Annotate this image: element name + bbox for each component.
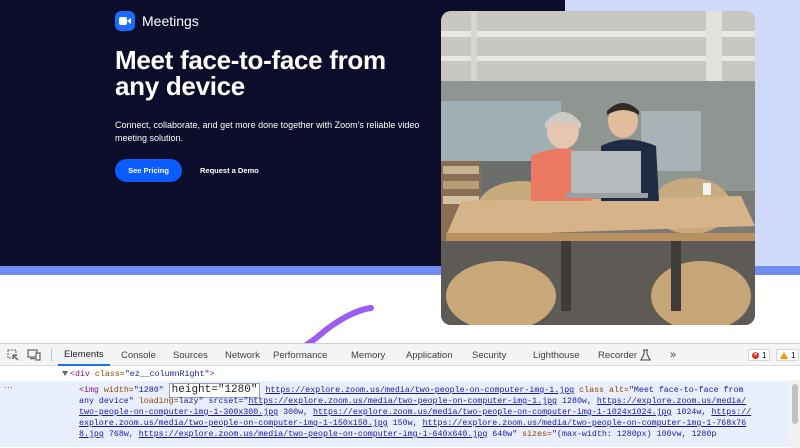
dom-node-img-line-5[interactable]: 8.jpg 768w, https://explore.zoom.us/medi… bbox=[79, 429, 716, 440]
hero-photo bbox=[441, 11, 755, 325]
request-demo-link[interactable]: Request a Demo bbox=[200, 159, 259, 182]
product-logo[interactable]: Meetings bbox=[115, 11, 199, 31]
warnings-count: 1 bbox=[791, 350, 796, 360]
expand-triangle-icon[interactable] bbox=[62, 371, 68, 376]
tab-recorder[interactable]: Recorder bbox=[598, 344, 637, 366]
devtools-tab-bar: Elements Console Sources Network Perform… bbox=[0, 344, 800, 366]
tab-performance[interactable]: Performance bbox=[273, 344, 327, 366]
dom-node-img-line-4[interactable]: explore.zoom.us/media/two-people-on-comp… bbox=[79, 418, 746, 429]
node-options-ellipsis-icon[interactable]: ⋯ bbox=[4, 383, 13, 394]
tab-security[interactable]: Security bbox=[472, 344, 506, 366]
dom-tree: <div class="ez__columnRight"> ⋯ <img wid… bbox=[0, 366, 800, 448]
device-toolbar-icon[interactable] bbox=[27, 348, 41, 362]
dom-node-img-line-2[interactable]: any device" loading=lazy" srcset="https:… bbox=[79, 396, 746, 407]
tab-console[interactable]: Console bbox=[121, 344, 156, 366]
video-camera-icon bbox=[115, 11, 135, 31]
see-pricing-button[interactable]: See Pricing bbox=[115, 159, 182, 182]
people-at-computer-illustration bbox=[441, 11, 755, 325]
inspect-element-icon[interactable] bbox=[6, 348, 20, 362]
dom-tree-scrollbar[interactable] bbox=[790, 380, 800, 448]
warnings-badge[interactable]: 1 bbox=[776, 349, 800, 361]
tab-lighthouse[interactable]: Lighthouse bbox=[533, 344, 579, 366]
error-icon: × bbox=[752, 351, 759, 359]
warning-icon bbox=[780, 351, 788, 359]
errors-count: 1 bbox=[762, 350, 767, 360]
flask-icon bbox=[640, 349, 651, 361]
dom-node-img-line-3[interactable]: two-people-on-computer-img-1-300x300.jpg… bbox=[79, 407, 751, 418]
dom-node-div[interactable]: <div class="ez__columnRight"> bbox=[70, 369, 214, 380]
page-title: Meet face-to-face from any device bbox=[115, 45, 386, 101]
scrollbar-thumb[interactable] bbox=[792, 384, 798, 424]
tab-network[interactable]: Network bbox=[225, 344, 260, 366]
hero-description: Connect, collaborate, and get more done … bbox=[115, 120, 420, 143]
devtools-panel: Elements Console Sources Network Perform… bbox=[0, 343, 800, 448]
tab-application[interactable]: Application bbox=[406, 344, 452, 366]
errors-badge[interactable]: × 1 bbox=[748, 349, 771, 361]
more-tabs-chevron-icon[interactable]: » bbox=[670, 344, 676, 366]
toolbar-divider bbox=[51, 348, 52, 362]
tab-elements[interactable]: Elements bbox=[58, 344, 110, 366]
product-name: Meetings bbox=[142, 13, 199, 29]
tab-memory[interactable]: Memory bbox=[351, 344, 385, 366]
tab-sources[interactable]: Sources bbox=[173, 344, 208, 366]
